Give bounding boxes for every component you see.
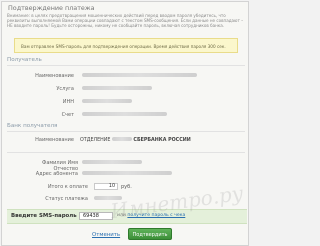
recipient-account-value-redacted bbox=[82, 112, 167, 116]
sms-password-row: Введите SMS-пароль 69438 или получите па… bbox=[7, 209, 247, 224]
currency-label: руб. bbox=[121, 184, 132, 190]
bank-branch-redacted bbox=[111, 137, 132, 141]
payer-name-value-redacted bbox=[82, 160, 142, 164]
divider bbox=[7, 65, 245, 66]
recipient-inn-label: ИНН bbox=[62, 99, 74, 105]
payment-status-value-redacted bbox=[94, 196, 122, 200]
subscriber-address-value-redacted bbox=[82, 171, 172, 175]
recipient-name-label: Наименование bbox=[35, 73, 74, 79]
bank-name-suffix: СБЕРБАНКА РОССИИ bbox=[133, 138, 191, 143]
bank-name-value: ОТДЕЛЕНИЕ СБЕРБАНКА РОССИИ bbox=[80, 137, 191, 143]
divider bbox=[7, 152, 245, 153]
bank-name-label: Наименование bbox=[35, 137, 74, 143]
confirm-button[interactable]: Подтвердить bbox=[128, 228, 172, 240]
recipient-name-value-redacted bbox=[82, 73, 197, 77]
section-recipient: Получатель bbox=[7, 57, 42, 63]
recipient-service-label: Услуга bbox=[56, 86, 74, 92]
page-title: Подтверждение платежа bbox=[8, 4, 95, 12]
payment-status-label: Статус платежа bbox=[45, 196, 88, 202]
section-bank: Банк получателя bbox=[7, 123, 58, 129]
bank-name-prefix: ОТДЕЛЕНИЕ bbox=[80, 138, 111, 143]
recipient-service-value-redacted bbox=[82, 86, 152, 90]
cancel-link[interactable]: Отменить bbox=[92, 232, 120, 238]
sms-hint: или получите пароль с чека bbox=[117, 213, 185, 218]
recipient-account-label: Счет bbox=[61, 112, 74, 118]
subscriber-address-label: Адрес абонента bbox=[35, 171, 78, 177]
sms-sent-notice: Вам отправлен SMS-пароль для подтвержден… bbox=[14, 38, 238, 53]
total-amount-value: 10 bbox=[94, 183, 118, 190]
divider bbox=[7, 131, 245, 132]
sms-password-label: Введите SMS-пароль bbox=[11, 213, 77, 219]
sms-password-input[interactable]: 69438 bbox=[79, 212, 113, 220]
sms-hint-prefix: или bbox=[117, 213, 126, 218]
recipient-inn-value-redacted bbox=[82, 99, 132, 103]
total-amount-label: Итого к оплате bbox=[47, 184, 88, 190]
payment-confirmation-panel: Подтверждение платежа Внимание: в целях … bbox=[1, 1, 249, 246]
get-password-from-receipt-link[interactable]: получите пароль с чека bbox=[127, 213, 185, 218]
security-warning-text: Внимание: в целях предотвращения мошенни… bbox=[7, 13, 244, 29]
